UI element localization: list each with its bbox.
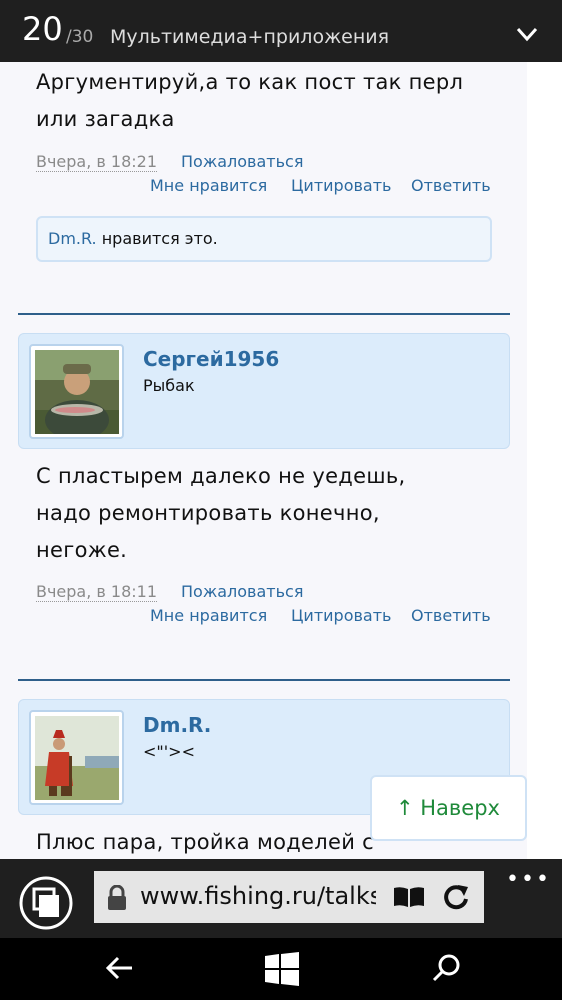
url-text[interactable]: www.fishing.ru/talks xyxy=(140,882,376,910)
back-arrow-icon[interactable] xyxy=(104,952,136,984)
reply-link[interactable]: Ответить xyxy=(411,606,491,625)
author-rank: <"'>< xyxy=(143,742,195,761)
fisherman-avatar-icon xyxy=(35,350,119,434)
author-rank: Рыбак xyxy=(143,376,195,395)
post-line: надо ремонтировать конечно, xyxy=(36,501,380,525)
post-body: Аргументируй,а то как пост так перл или … xyxy=(36,64,463,138)
scroll-to-top-button[interactable]: ↑ Наверх xyxy=(370,775,527,841)
report-link[interactable]: Пожаловаться xyxy=(181,582,303,601)
report-link[interactable]: Пожаловаться xyxy=(181,152,303,171)
lock-icon xyxy=(108,885,126,910)
thread-content: Аргументируй,а то как пост так перл или … xyxy=(0,62,562,859)
search-icon[interactable] xyxy=(430,952,462,984)
likes-user-link[interactable]: Dm.R. xyxy=(48,229,97,248)
quote-link[interactable]: Цитировать xyxy=(291,176,391,195)
like-link[interactable]: Мне нравится xyxy=(150,176,267,195)
avatar[interactable] xyxy=(29,344,124,439)
address-field[interactable]: www.fishing.ru/talks xyxy=(94,871,484,923)
reading-view-icon[interactable] xyxy=(392,885,426,909)
system-nav-bar xyxy=(0,938,562,1000)
post-date[interactable]: Вчера, в 18:21 xyxy=(36,152,158,172)
tabs-icon[interactable] xyxy=(18,875,74,931)
post-body: Плюс пара, тройка моделей с xyxy=(36,824,374,859)
post-line: С пластырем далеко не уедешь, xyxy=(36,464,406,488)
author-name[interactable]: Сергей1956 xyxy=(143,347,279,371)
post-line: Плюс пара, тройка моделей с xyxy=(36,830,374,854)
post-line: Аргументируй,а то как пост так перл xyxy=(36,70,464,94)
current-page-number: 20 xyxy=(22,10,63,48)
post-line: негоже. xyxy=(36,538,128,562)
quote-link[interactable]: Цитировать xyxy=(291,606,391,625)
windows-start-icon[interactable] xyxy=(265,952,299,986)
post-separator xyxy=(18,313,510,315)
refresh-icon[interactable] xyxy=(442,883,470,911)
chevron-down-icon[interactable] xyxy=(513,22,541,46)
browser-address-bar: www.fishing.ru/talks ••• xyxy=(0,859,562,938)
avatar[interactable] xyxy=(29,710,124,805)
forum-title: Мультимедиа+приложения xyxy=(110,26,390,48)
more-options-icon[interactable]: ••• xyxy=(506,867,551,892)
reply-link[interactable]: Ответить xyxy=(411,176,491,195)
author-name[interactable]: Dm.R. xyxy=(143,713,211,737)
soldier-avatar-icon xyxy=(35,716,119,800)
page-header: 20 /30 Мультимедиа+приложения xyxy=(0,0,562,62)
likes-box: Dm.R. нравится это. xyxy=(36,216,492,262)
post-body: С пластырем далеко не уедешь, надо ремон… xyxy=(36,458,406,569)
post-line: или загадка xyxy=(36,107,175,131)
author-card: Сергей1956 Рыбак xyxy=(18,333,510,449)
post-separator xyxy=(18,679,510,681)
likes-text: нравится это. xyxy=(96,229,218,248)
post-date[interactable]: Вчера, в 18:11 xyxy=(36,582,158,602)
like-link[interactable]: Мне нравится xyxy=(150,606,267,625)
total-pages: /30 xyxy=(66,27,94,47)
scroll-gutter xyxy=(527,62,562,859)
